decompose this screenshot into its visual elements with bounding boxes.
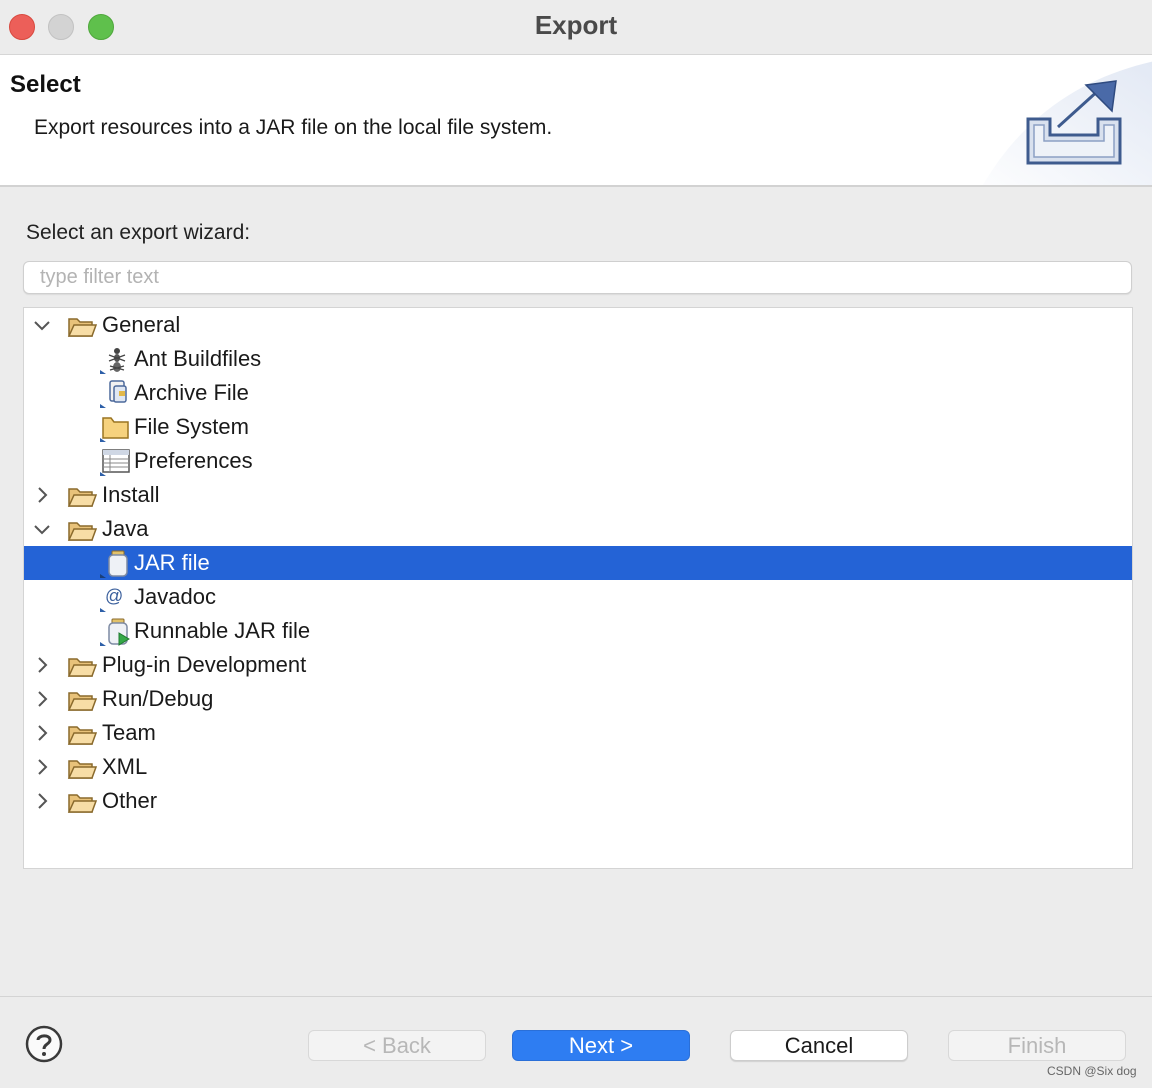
folder-open-icon xyxy=(67,522,97,541)
chevron-right-icon[interactable] xyxy=(32,791,52,811)
filter-field[interactable] xyxy=(23,261,1132,294)
window-title: Export xyxy=(534,10,618,40)
preferences-icon xyxy=(100,449,130,476)
ant-icon xyxy=(100,348,126,374)
folder-open-icon xyxy=(67,760,97,779)
tree-item-label: Archive File xyxy=(134,380,249,405)
chevron-right-icon[interactable] xyxy=(32,655,52,675)
tree-item-label: Runnable JAR file xyxy=(134,618,311,643)
tree-item-install[interactable]: Install xyxy=(24,478,1132,512)
tree-item-xml[interactable]: XML xyxy=(24,750,1132,784)
tree-item-jar-file[interactable]: JAR file xyxy=(24,546,1132,580)
folder-open-icon xyxy=(67,794,97,813)
finish-button[interactable]: Finish xyxy=(948,1030,1126,1061)
tree-item-javadoc[interactable]: @ Javadoc xyxy=(24,580,1132,614)
wizard-prompt-label: Select an export wizard: xyxy=(26,221,251,244)
footer-divider xyxy=(0,996,1152,997)
tree-item-file-system[interactable]: File System xyxy=(24,410,1132,444)
tree-item-run-debug[interactable]: Run/Debug xyxy=(24,682,1132,716)
next-button[interactable]: Next > xyxy=(512,1030,690,1061)
cancel-button[interactable]: Cancel xyxy=(730,1030,908,1061)
folder-open-icon xyxy=(67,726,97,745)
tree-item-label: Install xyxy=(102,482,160,507)
export-icon xyxy=(1026,80,1122,165)
folder-open-icon xyxy=(67,658,97,677)
javadoc-icon: @ xyxy=(100,586,123,612)
tree-item-java[interactable]: Java xyxy=(24,512,1132,546)
folder-open-icon xyxy=(67,318,97,337)
tree-item-label: General xyxy=(102,312,181,337)
wizard-header: Select Export resources into a JAR file … xyxy=(0,55,1152,187)
filter-input[interactable] xyxy=(24,262,1120,293)
archive-icon xyxy=(100,380,127,408)
wizard-page-title: Select xyxy=(10,71,81,98)
tree-item-runnable-jar-file[interactable]: Runnable JAR file xyxy=(24,614,1132,648)
tree-item-label: Javadoc xyxy=(134,584,216,609)
tree-item-label: Plug-in Development xyxy=(102,652,307,677)
wizard-page-description: Export resources into a JAR file on the … xyxy=(34,116,553,139)
folder-icon xyxy=(100,417,129,442)
back-button[interactable]: < Back xyxy=(308,1030,486,1061)
tree-item-label: XML xyxy=(102,754,148,779)
svg-text:@: @ xyxy=(105,586,123,606)
tree-item-plug-in-development[interactable]: Plug-in Development xyxy=(24,648,1132,682)
tree-item-general[interactable]: General xyxy=(24,308,1132,342)
chevron-right-icon[interactable] xyxy=(32,757,52,777)
tree-item-ant-buildfiles[interactable]: Ant Buildfiles xyxy=(24,342,1132,376)
tree-item-other[interactable]: Other xyxy=(24,784,1132,818)
tree-item-label: Java xyxy=(102,516,149,541)
tree-item-label: Run/Debug xyxy=(102,686,214,711)
title-bar: Export xyxy=(0,0,1152,55)
tree-item-label: Team xyxy=(102,720,156,745)
watermark: CSDN @Six dog xyxy=(1047,1064,1137,1078)
chevron-right-icon[interactable] xyxy=(32,689,52,709)
tree-item-label: Other xyxy=(102,788,158,813)
folder-open-icon xyxy=(67,692,97,711)
tree-item-label: Ant Buildfiles xyxy=(134,346,262,371)
chevron-right-icon[interactable] xyxy=(32,485,52,505)
tree-item-team[interactable]: Team xyxy=(24,716,1132,750)
runnable-jar-icon xyxy=(100,618,130,646)
chevron-down-icon[interactable] xyxy=(32,519,52,539)
help-icon[interactable] xyxy=(25,1025,63,1063)
tree-item-archive-file[interactable]: Archive File xyxy=(24,376,1132,410)
folder-open-icon xyxy=(67,488,97,507)
tree-item-preferences[interactable]: Preferences xyxy=(24,444,1132,478)
chevron-down-icon[interactable] xyxy=(32,315,52,335)
wizard-tree[interactable]: General Ant Buildfiles Archive File File… xyxy=(23,307,1133,869)
tree-item-label: File System xyxy=(134,414,249,439)
jar-icon xyxy=(100,550,128,578)
tree-item-label: Preferences xyxy=(134,448,253,473)
tree-item-label: JAR file xyxy=(134,550,210,575)
chevron-right-icon[interactable] xyxy=(32,723,52,743)
